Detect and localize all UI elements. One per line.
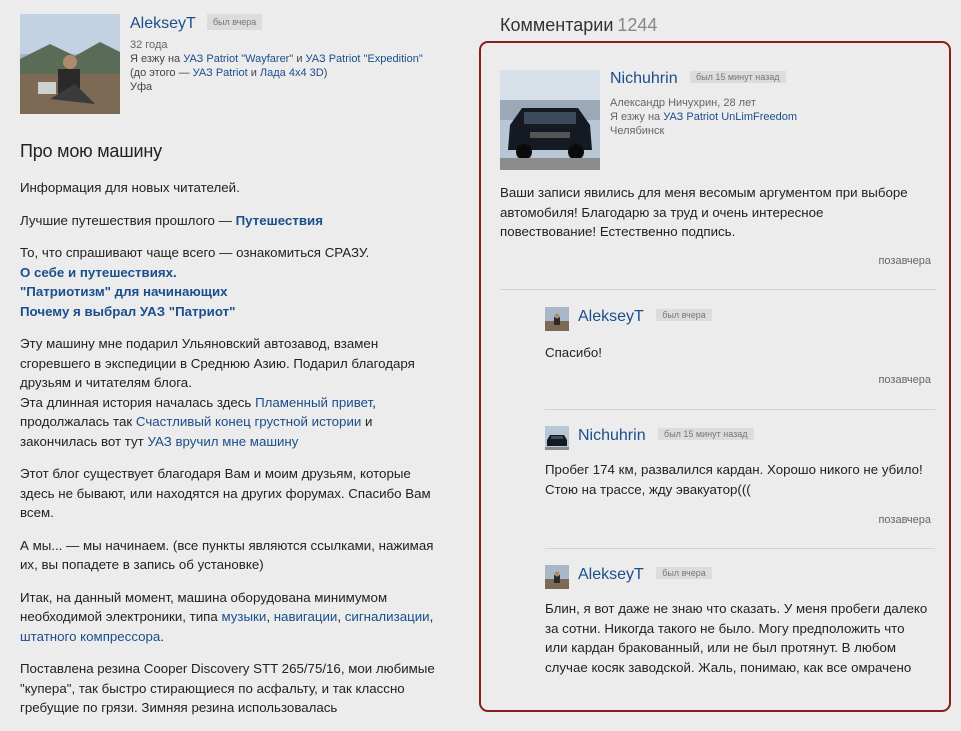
- reply-author-link[interactable]: AlekseyT: [578, 308, 644, 325]
- comment-divider: [545, 409, 935, 410]
- about-equipment: Итак, на данный момент, машина оборудова…: [20, 589, 434, 644]
- commenter-name-link[interactable]: Nichuhrin: [610, 70, 678, 87]
- about-history: Эту машину мне подарил Ульяновский автоз…: [20, 336, 415, 449]
- author-profile: AlekseyT был вчера 32 года Я езжу на УАЗ…: [20, 14, 435, 119]
- flaming-hello-link[interactable]: Пламенный привет: [255, 395, 372, 410]
- compressor-link[interactable]: штатного компрессора: [20, 629, 160, 644]
- about-tires: Поставлена резина Cooper Discovery STT 2…: [20, 661, 435, 715]
- music-link[interactable]: музыки: [221, 609, 266, 624]
- about-thanks: Этот блог существует благодаря Вам и мои…: [20, 466, 431, 520]
- comment-divider: [545, 548, 935, 549]
- commenter-car: Я езжу на УАЗ Patriot UnLimFreedom: [610, 111, 798, 123]
- about-faq: То, что спрашивают чаще всего — ознакоми…: [20, 245, 370, 319]
- author-status-badge: был вчера: [206, 14, 263, 30]
- author-info: AlekseyT был вчера 32 года Я езжу на УАЗ…: [130, 14, 440, 94]
- blog-column: AlekseyT был вчера 32 года Я езжу на УАЗ…: [20, 14, 435, 731]
- reply-date-link[interactable]: позавчера: [878, 374, 931, 386]
- happy-end-link[interactable]: Счастливый конец грустной истории: [136, 414, 361, 429]
- author-previous-cars: (до этого — УАЗ Patriot и Лада 4x4 3D): [130, 67, 328, 79]
- about-start: А мы... — мы начинаем. (все пункты являю…: [20, 537, 434, 573]
- navigation-link[interactable]: навигации: [274, 609, 338, 624]
- trips-link[interactable]: Путешествия: [236, 213, 323, 228]
- author-name-link[interactable]: AlekseyT: [130, 15, 196, 32]
- reply-avatar[interactable]: [545, 426, 569, 450]
- about-me-link[interactable]: О себе и путешествиях.: [20, 265, 177, 280]
- reply-status-badge: был вчера: [656, 567, 712, 579]
- author-avatar[interactable]: [20, 14, 120, 114]
- author-cars: Я езжу на УАЗ Patriot "Wayfarer" и УАЗ P…: [130, 53, 423, 65]
- commenter-car-link[interactable]: УАЗ Patriot UnLimFreedom: [663, 111, 797, 123]
- reply-avatar[interactable]: [545, 565, 569, 589]
- comments-title: Комментарии: [500, 15, 614, 35]
- commenter-fullname: Александр Ничухрин, 28 лет: [610, 97, 756, 109]
- reply-author-link[interactable]: AlekseyT: [578, 566, 644, 583]
- author-age: 32 года: [130, 39, 168, 51]
- comments-header: Комментарии 1244: [500, 15, 657, 36]
- reply-status-badge: был 15 минут назад: [658, 428, 754, 440]
- reply-author-link[interactable]: Nichuhrin: [578, 427, 646, 444]
- commenter-status-badge: был 15 минут назад: [690, 71, 786, 83]
- about-title: Про мою машину: [20, 141, 162, 161]
- commenter-avatar[interactable]: [500, 70, 600, 170]
- author-car-link-expedition[interactable]: УАЗ Patriot "Expedition": [306, 53, 423, 65]
- alarm-link[interactable]: сигнализации: [345, 609, 430, 624]
- about-best-trips: Лучшие путешествия прошлого — Путешестви…: [20, 212, 323, 228]
- reply-avatar[interactable]: [545, 307, 569, 331]
- author-prev-car-link-lada[interactable]: Лада 4x4 3D: [260, 67, 324, 79]
- comment-text: Ваши записи явились для меня весомым арг…: [500, 185, 908, 239]
- why-uaz-link[interactable]: Почему я выбрал УАЗ "Патриот": [20, 304, 235, 319]
- commenter-city: Челябинск: [610, 125, 665, 137]
- patriotism-link[interactable]: "Патриотизм" для начинающих: [20, 284, 228, 299]
- about-intro: Информация для новых читателей.: [20, 180, 240, 195]
- author-city: Уфа: [130, 81, 153, 93]
- reply-date-link[interactable]: позавчера: [878, 514, 931, 526]
- reply-text: Пробег 174 км, развалился кардан. Хорошо…: [545, 462, 923, 497]
- author-prev-car-link-patriot[interactable]: УАЗ Patriot: [193, 67, 248, 79]
- author-car-link-wayfarer[interactable]: УАЗ Patriot "Wayfarer": [183, 53, 293, 65]
- reply-status-badge: был вчера: [656, 309, 712, 321]
- reply-text: Спасибо!: [545, 345, 602, 360]
- comments-list: Nichuhrin был 15 минут назад Александр Н…: [479, 41, 951, 712]
- comment-divider: [500, 289, 937, 290]
- comments-count[interactable]: 1244: [617, 15, 657, 35]
- reply-text: Блин, я вот даже не знаю что сказать. У …: [545, 601, 928, 675]
- comment-author-info: Nichuhrin был 15 минут назад Александр Н…: [610, 70, 930, 138]
- comment-date-link[interactable]: позавчера: [878, 255, 931, 267]
- uaz-gift-link[interactable]: УАЗ вручил мне машину: [147, 434, 298, 449]
